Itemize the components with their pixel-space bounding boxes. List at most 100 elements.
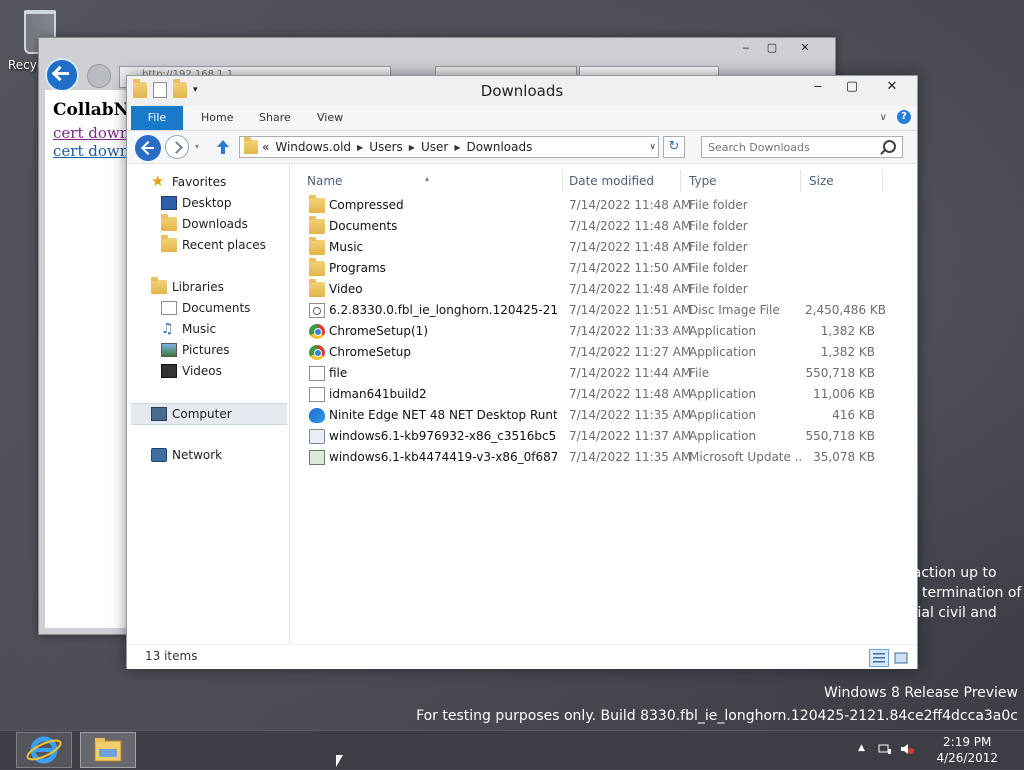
watermark-title: Windows 8 Release Preview (824, 685, 1018, 701)
breadcrumb-item[interactable]: Users (369, 140, 403, 154)
help-icon[interactable]: ? (897, 110, 911, 124)
browser-titlebar: ‒ ▢ ✕ (39, 38, 835, 64)
file-row[interactable]: Programs 7/14/2022 11:50 AM File folder (305, 258, 885, 279)
recent-locations-icon[interactable]: ▾ (195, 142, 199, 151)
nav-item-computer[interactable]: Computer (131, 403, 287, 425)
large-icons-view-button[interactable] (891, 649, 911, 667)
file-name: windows6.1-kb976932-x86_c3516bc5c9e6... (329, 429, 557, 443)
breadcrumb-overflow[interactable]: « (262, 140, 269, 154)
file-row[interactable]: idman641build2 7/14/2022 11:48 AM Applicat… (305, 384, 885, 405)
disc-image-icon (309, 303, 325, 318)
minimize-icon[interactable]: ‒ (733, 38, 759, 56)
chevron-right-icon[interactable]: ▶ (357, 143, 363, 152)
close-icon[interactable]: ✕ (869, 76, 915, 96)
file-size: 11,006 KB (813, 387, 875, 401)
tab-file[interactable]: File (131, 106, 183, 130)
up-arrow-icon[interactable] (215, 139, 231, 155)
folder-icon (309, 258, 325, 276)
maximize-icon[interactable]: ▢ (759, 38, 785, 56)
explorer-window-controls: ‒ ▢ ✕ (801, 76, 915, 96)
sort-ascending-icon: ▴ (425, 174, 430, 183)
tab-home[interactable]: Home (197, 106, 237, 130)
file-name: Ninite Edge NET 48 NET Desktop Runtim... (329, 408, 557, 422)
file-list: Name ▴ Date modified Type Size Compresse… (299, 164, 909, 644)
address-dropdown-icon[interactable]: ∨ (649, 142, 656, 152)
search-box[interactable] (701, 136, 903, 158)
address-bar[interactable]: « Windows.old ▶ Users ▶ User ▶ Downloads… (239, 136, 659, 158)
ribbon-tabs: File Home Share View ∨ ? (127, 106, 917, 131)
chevron-right-icon[interactable]: ▶ (454, 143, 460, 152)
downloads-folder-icon (161, 214, 177, 231)
breadcrumb-item[interactable]: Downloads (466, 140, 532, 154)
file-row[interactable]: Compressed 7/14/2022 11:48 AM File folder (305, 195, 885, 216)
chevron-right-icon[interactable]: ▶ (409, 143, 415, 152)
nav-item-downloads[interactable]: Downloads (161, 214, 281, 234)
taskbar-file-explorer[interactable] (80, 732, 136, 768)
location-folder-icon (244, 137, 258, 154)
file-row[interactable]: file 7/14/2022 11:44 AM File 550,718 KB (305, 363, 885, 384)
file-row[interactable]: Documents 7/14/2022 11:48 AM File folder (305, 216, 885, 237)
file-name: ChromeSetup (329, 345, 411, 359)
browser-back-button[interactable] (45, 58, 79, 92)
network-status-icon[interactable] (878, 743, 892, 755)
nav-item-music[interactable]: ♫ Music (161, 319, 281, 339)
legal-text-line: tial civil and (912, 605, 997, 621)
expand-ribbon-icon[interactable]: ∨ (880, 112, 887, 123)
file-row[interactable]: Ninite Edge NET 48 NET Desktop Runtim...… (305, 405, 885, 426)
nav-item-pictures[interactable]: Pictures (161, 340, 281, 360)
file-size: 550,718 KB (805, 429, 875, 443)
nav-item-favorites[interactable]: ★ Favorites (151, 172, 281, 192)
file-type: Application (689, 387, 757, 401)
file-row[interactable]: ChromeSetup 7/14/2022 11:27 AM Application… (305, 342, 885, 363)
nav-item-videos[interactable]: Videos (161, 361, 281, 381)
nav-item-libraries[interactable]: Libraries (151, 277, 281, 297)
mouse-cursor (336, 755, 343, 767)
folder-icon (309, 237, 325, 255)
minimize-icon[interactable]: ‒ (801, 76, 835, 96)
maximize-icon[interactable]: ▢ (835, 76, 869, 96)
explorer-window[interactable]: ▾ Downloads ‒ ▢ ✕ File Home Share View ∨… (126, 75, 918, 669)
file-row[interactable]: ChromeSetup(1) 7/14/2022 11:33 AM Applicat… (305, 321, 885, 342)
file-row[interactable]: Video 7/14/2022 11:48 AM File folder (305, 279, 885, 300)
file-row[interactable]: Music 7/14/2022 11:48 AM File folder (305, 237, 885, 258)
search-input[interactable] (708, 139, 878, 155)
file-date-modified: 7/14/2022 11:48 AM (569, 198, 692, 212)
breadcrumb-item[interactable]: User (421, 140, 448, 154)
clock[interactable]: 2:19 PM 4/26/2012 (936, 734, 998, 766)
tab-share[interactable]: Share (255, 106, 295, 130)
details-view-icon (873, 653, 885, 663)
show-hidden-icons-icon[interactable]: ▲ (858, 743, 872, 755)
column-header-type[interactable]: Type (681, 170, 801, 192)
file-date-modified: 7/14/2022 11:33 AM (569, 324, 692, 338)
file-date-modified: 7/14/2022 11:37 AM (569, 429, 692, 443)
volume-muted-icon[interactable] (900, 743, 914, 755)
nav-item-recent[interactable]: Recent places (161, 235, 281, 255)
file-type: File (689, 366, 710, 380)
search-icon[interactable] (883, 140, 896, 153)
legal-text-line: y action up to (900, 565, 997, 581)
chrome-icon (309, 345, 325, 360)
browser-forward-button[interactable] (87, 64, 111, 88)
nav-item-network[interactable]: Network (151, 445, 281, 465)
file-name: Music (329, 240, 364, 254)
close-icon[interactable]: ✕ (785, 38, 825, 56)
star-icon: ★ (151, 172, 165, 190)
nav-item-documents[interactable]: Documents (161, 298, 281, 318)
column-header-size[interactable]: Size (801, 170, 883, 192)
breadcrumb: « Windows.old ▶ Users ▶ User ▶ Downloads (262, 140, 532, 154)
file-date-modified: 7/14/2022 11:48 AM (569, 387, 692, 401)
back-button[interactable] (135, 135, 161, 161)
refresh-button[interactable]: ↻ (663, 136, 685, 158)
file-row[interactable]: windows6.1-kb976932-x86_c3516bc5c9e6... 7… (305, 426, 885, 447)
taskbar-internet-explorer[interactable] (16, 732, 72, 768)
nav-item-desktop[interactable]: Desktop (161, 193, 281, 213)
file-type: File folder (689, 219, 748, 233)
column-header-name[interactable]: Name ▴ (299, 170, 563, 192)
details-view-button[interactable] (869, 649, 889, 667)
file-row[interactable]: windows6.1-kb4474419-v3-x86_0f687d50... 7… (305, 447, 885, 468)
column-header-date[interactable]: Date modified (561, 170, 681, 192)
breadcrumb-item[interactable]: Windows.old (275, 140, 351, 154)
file-row[interactable]: 6.2.8330.0.fbl_ie_longhorn.120425-2121_x… (305, 300, 886, 321)
tab-view[interactable]: View (313, 106, 347, 130)
forward-button[interactable] (165, 135, 189, 159)
